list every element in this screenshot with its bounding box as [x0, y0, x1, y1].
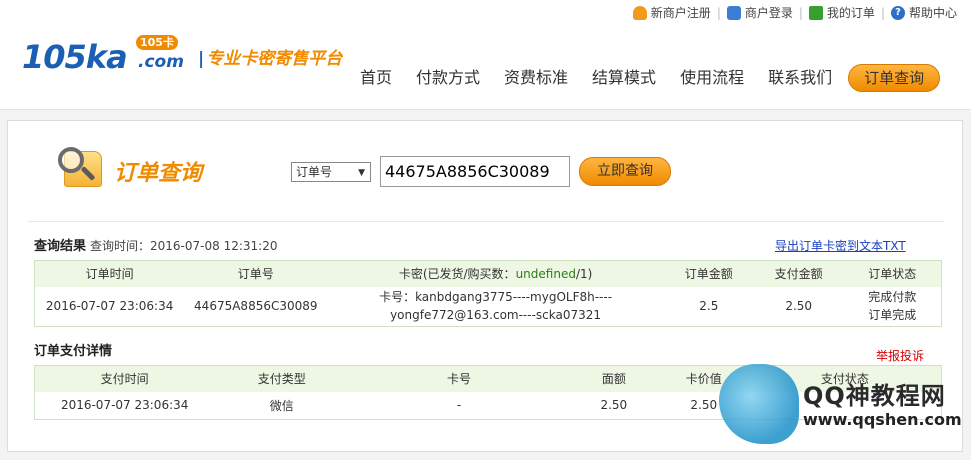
nav-usage-flow[interactable]: 使用流程	[680, 64, 744, 92]
dragon-logo-icon	[719, 364, 799, 444]
merchant-login-link[interactable]: 商户登录	[726, 4, 793, 21]
login-icon	[726, 5, 741, 20]
table-header-row: 订单时间 订单号 卡密(已发货/购买数：undefined/1) 订单金额 支付…	[34, 260, 942, 287]
report-complaint-link[interactable]: 举报投诉	[876, 347, 924, 364]
cart-icon	[808, 5, 823, 20]
query-type-select[interactable]: 订单号 ▼	[291, 162, 371, 182]
site-header: 新商户注册 | 商户登录 | 我的订单 | ? 帮助中心 105ka 105卡 .…	[0, 0, 971, 110]
user-icon	[632, 5, 647, 20]
result-heading: 查询结果 查询时间：2016-07-08 12:31:20	[34, 239, 278, 254]
top-links: 新商户注册 | 商户登录 | 我的订单 | ? 帮助中心	[627, 4, 957, 21]
query-now-button[interactable]: 立即查询	[579, 157, 671, 186]
divider	[28, 221, 944, 222]
watermark: QQ神教程网 www.qqshen.com	[715, 364, 971, 444]
order-status: 完成付款 订单完成	[868, 290, 917, 323]
card-secret: 卡号：kanbdgang3775----mygOLF8h---- yongfe77…	[379, 290, 613, 323]
nav-payment-methods[interactable]: 付款方式	[416, 64, 480, 92]
order-query-nav-button[interactable]: 订单查询	[848, 64, 941, 92]
logo-badge: 105卡	[136, 35, 178, 50]
logo-main: 105ka	[22, 38, 128, 76]
logo-domain: .com	[138, 52, 184, 72]
nav-contact[interactable]: 联系我们	[768, 64, 832, 92]
nav-home[interactable]: 首页	[360, 64, 392, 92]
query-title-block: 订单查询	[56, 143, 236, 195]
help-center-link[interactable]: ? 帮助中心	[890, 4, 957, 21]
main-nav: 首页 付款方式 资费标准 结算模式 使用流程 联系我们 订单查询	[360, 64, 941, 92]
page-title: 订单查询	[114, 161, 203, 186]
site-logo[interactable]: 105ka 105卡 .com | 专业卡密寄售平台	[22, 32, 362, 77]
my-orders-link[interactable]: 我的订单	[808, 4, 875, 21]
nav-fees[interactable]: 资费标准	[504, 64, 568, 92]
payment-detail-heading: 订单支付详情	[34, 344, 113, 359]
help-icon: ?	[890, 5, 905, 20]
register-link[interactable]: 新商户注册	[632, 4, 711, 21]
order-number-input[interactable]: 44675A8856C30089	[380, 156, 570, 187]
logo-slogan: | 专业卡密寄售平台	[198, 49, 343, 69]
order-result-table: 订单时间 订单号 卡密(已发货/购买数：undefined/1) 订单金额 支付…	[34, 260, 942, 327]
table-row: 2016-07-07 23:06:34 44675A8856C30089 卡号：…	[35, 287, 942, 327]
chevron-down-icon: ▼	[358, 168, 365, 178]
query-time: 查询时间：2016-07-08 12:31:20	[90, 239, 278, 253]
export-txt-link[interactable]: 导出订单卡密到文本TXT	[775, 237, 906, 254]
nav-settlement[interactable]: 结算模式	[592, 64, 656, 92]
